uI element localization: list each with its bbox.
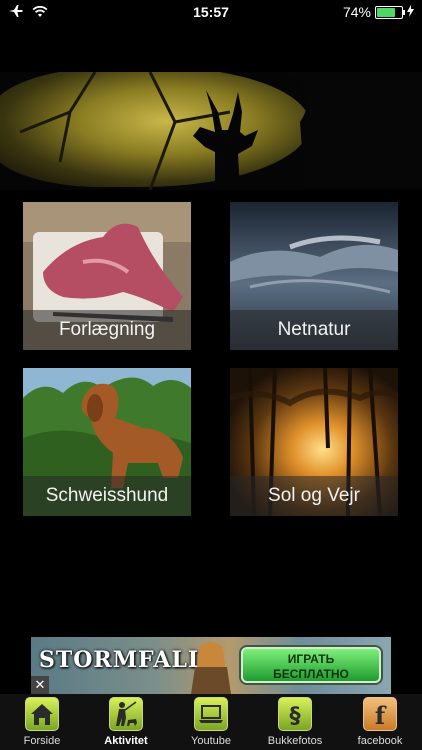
tab-label: Youtube bbox=[191, 735, 231, 747]
tab-facebook[interactable]: f facebook bbox=[338, 696, 422, 750]
header-banner-image bbox=[0, 72, 422, 190]
tab-forside[interactable]: Forside bbox=[0, 696, 84, 750]
ad-character-image bbox=[191, 642, 231, 694]
tile-schweisshund[interactable]: Schweisshund bbox=[23, 368, 191, 516]
tile-label: Forlægning bbox=[23, 310, 191, 350]
battery-icon bbox=[375, 5, 405, 19]
tile-netnatur[interactable]: Netnatur bbox=[230, 202, 398, 350]
section-sign-icon: § bbox=[278, 697, 312, 731]
tab-youtube[interactable]: Youtube bbox=[169, 696, 253, 750]
ad-brand-logo: STORMFALL bbox=[39, 647, 205, 673]
battery-percent: 74% bbox=[342, 4, 371, 20]
tile-forlaegning[interactable]: Forlægning bbox=[23, 202, 191, 350]
tab-label: facebook bbox=[357, 735, 403, 747]
status-bar: 15:57 74% bbox=[0, 0, 422, 26]
tab-bukkefotos[interactable]: § Bukkefotos bbox=[253, 696, 337, 750]
tab-label: Aktivitet bbox=[104, 735, 148, 747]
ad-cta-line2: БЕСПЛАТНО bbox=[273, 667, 349, 681]
home-icon bbox=[25, 697, 59, 731]
charging-icon bbox=[407, 4, 414, 20]
battery-level-fill bbox=[377, 7, 395, 17]
hunter-with-dog-icon bbox=[109, 697, 143, 731]
tile-label: Sol og Vejr bbox=[230, 476, 398, 516]
facebook-icon: f bbox=[363, 697, 397, 731]
tab-label: Bukkefotos bbox=[267, 735, 323, 747]
tab-bar: Forside Aktivitet Youtube § Bukkefotos f… bbox=[0, 694, 422, 750]
svg-text:f: f bbox=[375, 701, 387, 730]
tile-sol-og-vejr[interactable]: Sol og Vejr bbox=[230, 368, 398, 516]
tab-aktivitet[interactable]: Aktivitet bbox=[84, 696, 168, 750]
laptop-icon bbox=[194, 697, 228, 731]
tab-label: Forside bbox=[23, 735, 61, 747]
ad-cta-line1: ИГРАТЬ bbox=[287, 652, 335, 666]
ad-banner[interactable]: STORMFALL ИГРАТЬ БЕСПЛАТНО ✕ bbox=[31, 637, 391, 694]
tile-label: Netnatur bbox=[230, 310, 398, 350]
ad-close-button[interactable]: ✕ bbox=[31, 676, 49, 694]
ad-play-free-button[interactable]: ИГРАТЬ БЕСПЛАТНО bbox=[241, 647, 381, 683]
svg-text:§: § bbox=[290, 704, 301, 729]
tile-label: Schweisshund bbox=[23, 476, 191, 516]
